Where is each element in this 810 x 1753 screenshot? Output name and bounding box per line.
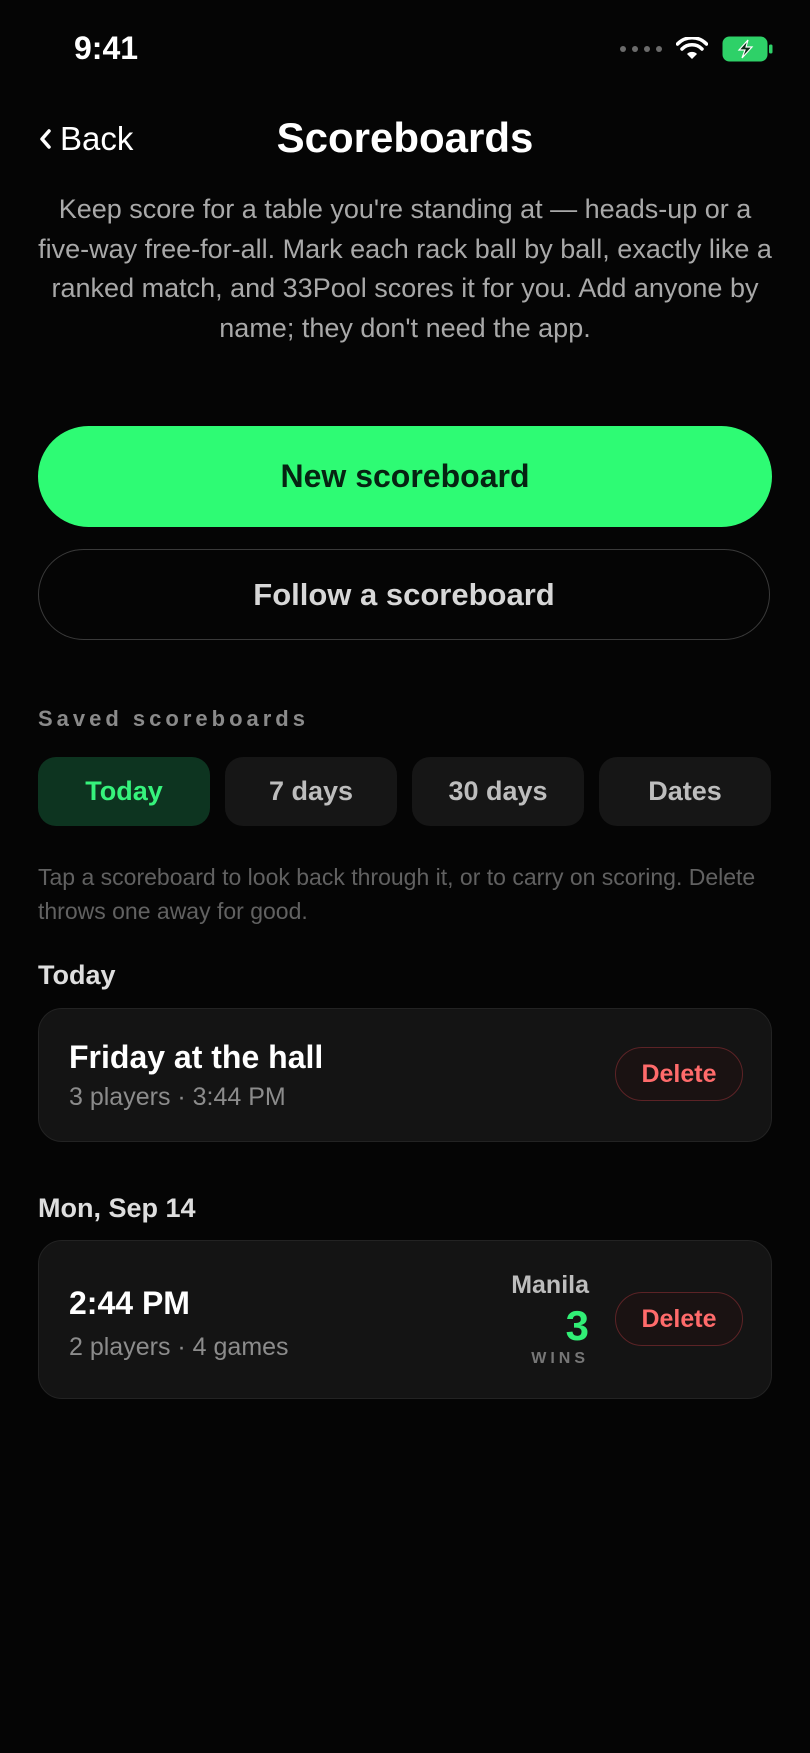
delete-button[interactable]: Delete <box>615 1292 743 1346</box>
scoreboard-title: 2:44 PM <box>69 1285 190 1321</box>
group-heading-today: Today <box>38 960 116 990</box>
follow-scoreboard-button[interactable]: Follow a scoreboard <box>38 549 770 640</box>
scoreboard-subtitle: 3 players · 3:44 PM <box>69 1083 286 1111</box>
signal-dots-icon <box>620 46 662 52</box>
filter-tab-30-days[interactable]: 30 days <box>412 757 584 826</box>
section-label-saved: Saved scoreboards <box>38 706 309 731</box>
filter-tab-dates[interactable]: Dates <box>599 757 771 826</box>
winner-score: 3 <box>565 1302 589 1349</box>
scoreboard-card[interactable]: 2:44 PM 2 players · 4 games Manila 3 WIN… <box>38 1240 772 1399</box>
winner-summary: Manila 3 WINS <box>511 1271 589 1368</box>
scoreboard-subtitle: 2 players · 4 games <box>69 1333 289 1361</box>
group-heading-date: Mon, Sep 14 <box>38 1193 196 1223</box>
scoreboard-title: Friday at the hall <box>69 1039 324 1075</box>
intro-text: Keep score for a table you're standing a… <box>38 194 772 343</box>
new-scoreboard-button[interactable]: New scoreboard <box>38 426 772 527</box>
filter-tab-7-days[interactable]: 7 days <box>225 757 397 826</box>
delete-button[interactable]: Delete <box>615 1047 743 1101</box>
filter-tab-today[interactable]: Today <box>38 757 210 826</box>
saved-hint: Tap a scoreboard to look back through it… <box>38 864 756 924</box>
scoreboard-card[interactable]: Friday at the hall 3 players · 3:44 PM D… <box>38 1008 772 1142</box>
date-filter-tabs: Today 7 days 30 days Dates <box>38 757 771 826</box>
status-icons <box>620 36 774 62</box>
status-time: 9:41 <box>74 30 139 66</box>
winner-label: WINS <box>531 1350 589 1367</box>
wifi-icon <box>676 37 708 59</box>
page-title: Scoreboards <box>276 114 534 161</box>
battery-charging-icon <box>722 36 773 62</box>
winner-name: Manila <box>511 1271 589 1299</box>
